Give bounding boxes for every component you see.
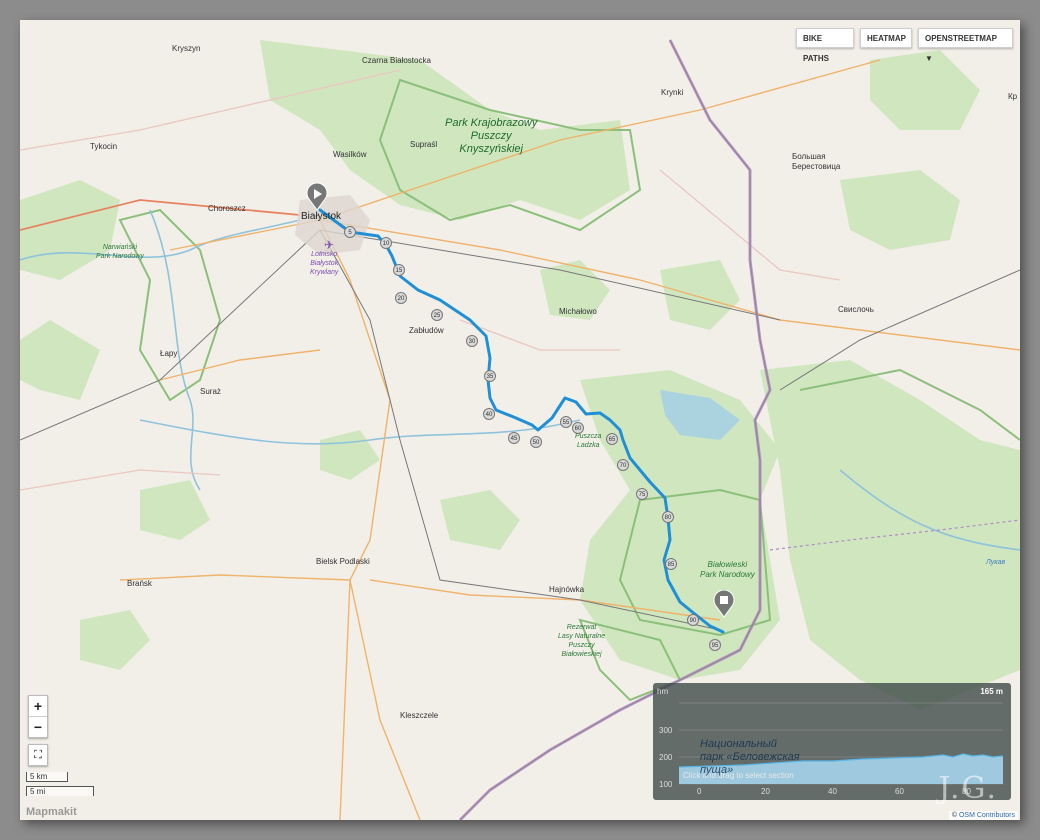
bike-paths-toggle[interactable]: BIKE PATHS: [796, 28, 854, 63]
place-label-kryszyn: Kryszyn: [172, 44, 201, 53]
place-label-svisloch: Свислочь: [838, 305, 874, 314]
place-label-bielsk: Bielsk Podlaski: [316, 557, 370, 566]
km-marker: 10: [380, 237, 392, 249]
place-label-wasilkow: Wasilków: [333, 150, 367, 159]
elevation-x-60: 60: [895, 787, 904, 796]
park-label-bpn: Białowieski Park Narodowy: [700, 560, 755, 579]
park-label-narwianski: Narwiański Park Narodowy: [96, 244, 144, 260]
zoom-out-button[interactable]: −: [29, 716, 47, 737]
scale-km: 5 km: [26, 772, 68, 782]
place-label-kleszczele: Kleszczele: [400, 711, 439, 720]
base-layer-select[interactable]: OPENSTREETMAP ▼: [918, 28, 1013, 63]
place-label-michalowo: Michałowo: [559, 307, 597, 316]
elevation-y-200: 200: [659, 753, 673, 762]
end-marker[interactable]: [713, 589, 735, 618]
km-marker: 75: [636, 488, 648, 500]
map-viewport[interactable]: 5 10 15 20 25 30 35 40 45 50 55 60 65 70 75 80 85 90 95 ✈ …: [20, 20, 1020, 820]
brand-logo: Mapmakit: [26, 806, 77, 818]
place-label-bialystok: Białystok: [301, 211, 342, 222]
place-label-bolshaya: Большая Берестовица: [792, 152, 841, 171]
km-marker: 15: [393, 264, 405, 276]
km-marker: 55: [560, 416, 572, 428]
place-label-suprasl: Supraśl: [410, 140, 438, 149]
heatmap-toggle[interactable]: HEATMAP: [860, 28, 912, 48]
airport-label: Lotnisko Białystok Krywlany: [310, 251, 339, 276]
park-label-rezerwat: Rezerwat Lasy Naturalne Puszczy Białowie…: [558, 624, 606, 658]
fullscreen-button[interactable]: ⛶: [28, 744, 48, 766]
km-marker: 40: [483, 408, 495, 420]
place-label-czarna: Czarna Białostocka: [362, 56, 431, 65]
fullscreen-icon: ⛶: [34, 749, 42, 761]
elevation-x-0: 0: [697, 787, 702, 796]
km-marker: 35: [484, 370, 496, 382]
km-marker: 5: [344, 226, 356, 238]
place-label-krynki: Krynki: [661, 88, 684, 97]
place-label-bransk: Brańsk: [127, 579, 152, 588]
place-label-tykocin: Tykocin: [90, 142, 118, 151]
place-label-hajnowka: Hajnówka: [549, 585, 585, 594]
km-marker: 80: [662, 511, 674, 523]
km-marker: 70: [617, 459, 629, 471]
place-label-kr: Кр: [1008, 92, 1018, 101]
place-label-choroszcz: Choroszcz: [208, 204, 246, 213]
zoom-control: + −: [28, 695, 48, 738]
park-label-overlay-ru: Национальный парк «Беловежская пуща»: [700, 738, 800, 776]
park-label-knyszyn: Park Krajobrazowy Puszczy Knyszyńskiej: [445, 117, 538, 155]
play-icon: [306, 182, 328, 211]
km-marker: 95: [709, 639, 721, 651]
km-marker: 65: [606, 433, 618, 445]
scale-mi: 5 mi: [26, 786, 94, 796]
zoom-in-button[interactable]: +: [29, 696, 47, 716]
elevation-x-40: 40: [828, 787, 837, 796]
km-marker: 20: [395, 292, 407, 304]
place-label-zabludow: Zabłudów: [409, 326, 444, 335]
km-marker: 90: [687, 614, 699, 626]
place-label-lapy: Łapy: [160, 349, 178, 358]
water-label: Лукав: [986, 559, 1006, 566]
map-attribution: © OSM Contributors: [948, 811, 1018, 820]
km-marker: 85: [665, 558, 677, 570]
place-label-suraz: Suraż: [200, 387, 221, 396]
osm-contributors-link[interactable]: OSM Contributors: [959, 812, 1015, 819]
attribution-prefix: ©: [951, 812, 958, 819]
km-marker: 45: [508, 432, 520, 444]
km-marker: 30: [466, 335, 478, 347]
km-marker: 50: [530, 436, 542, 448]
km-marker: 25: [431, 309, 443, 321]
elevation-x-20: 20: [761, 787, 770, 796]
elevation-y-100: 100: [659, 780, 673, 789]
watermark: J.G.: [938, 771, 998, 806]
park-label-puszcza-ladzka: Puszcza Ladzka: [575, 433, 602, 449]
start-marker[interactable]: [306, 182, 328, 211]
elevation-y-300: 300: [659, 726, 673, 735]
stop-icon: [713, 589, 735, 618]
